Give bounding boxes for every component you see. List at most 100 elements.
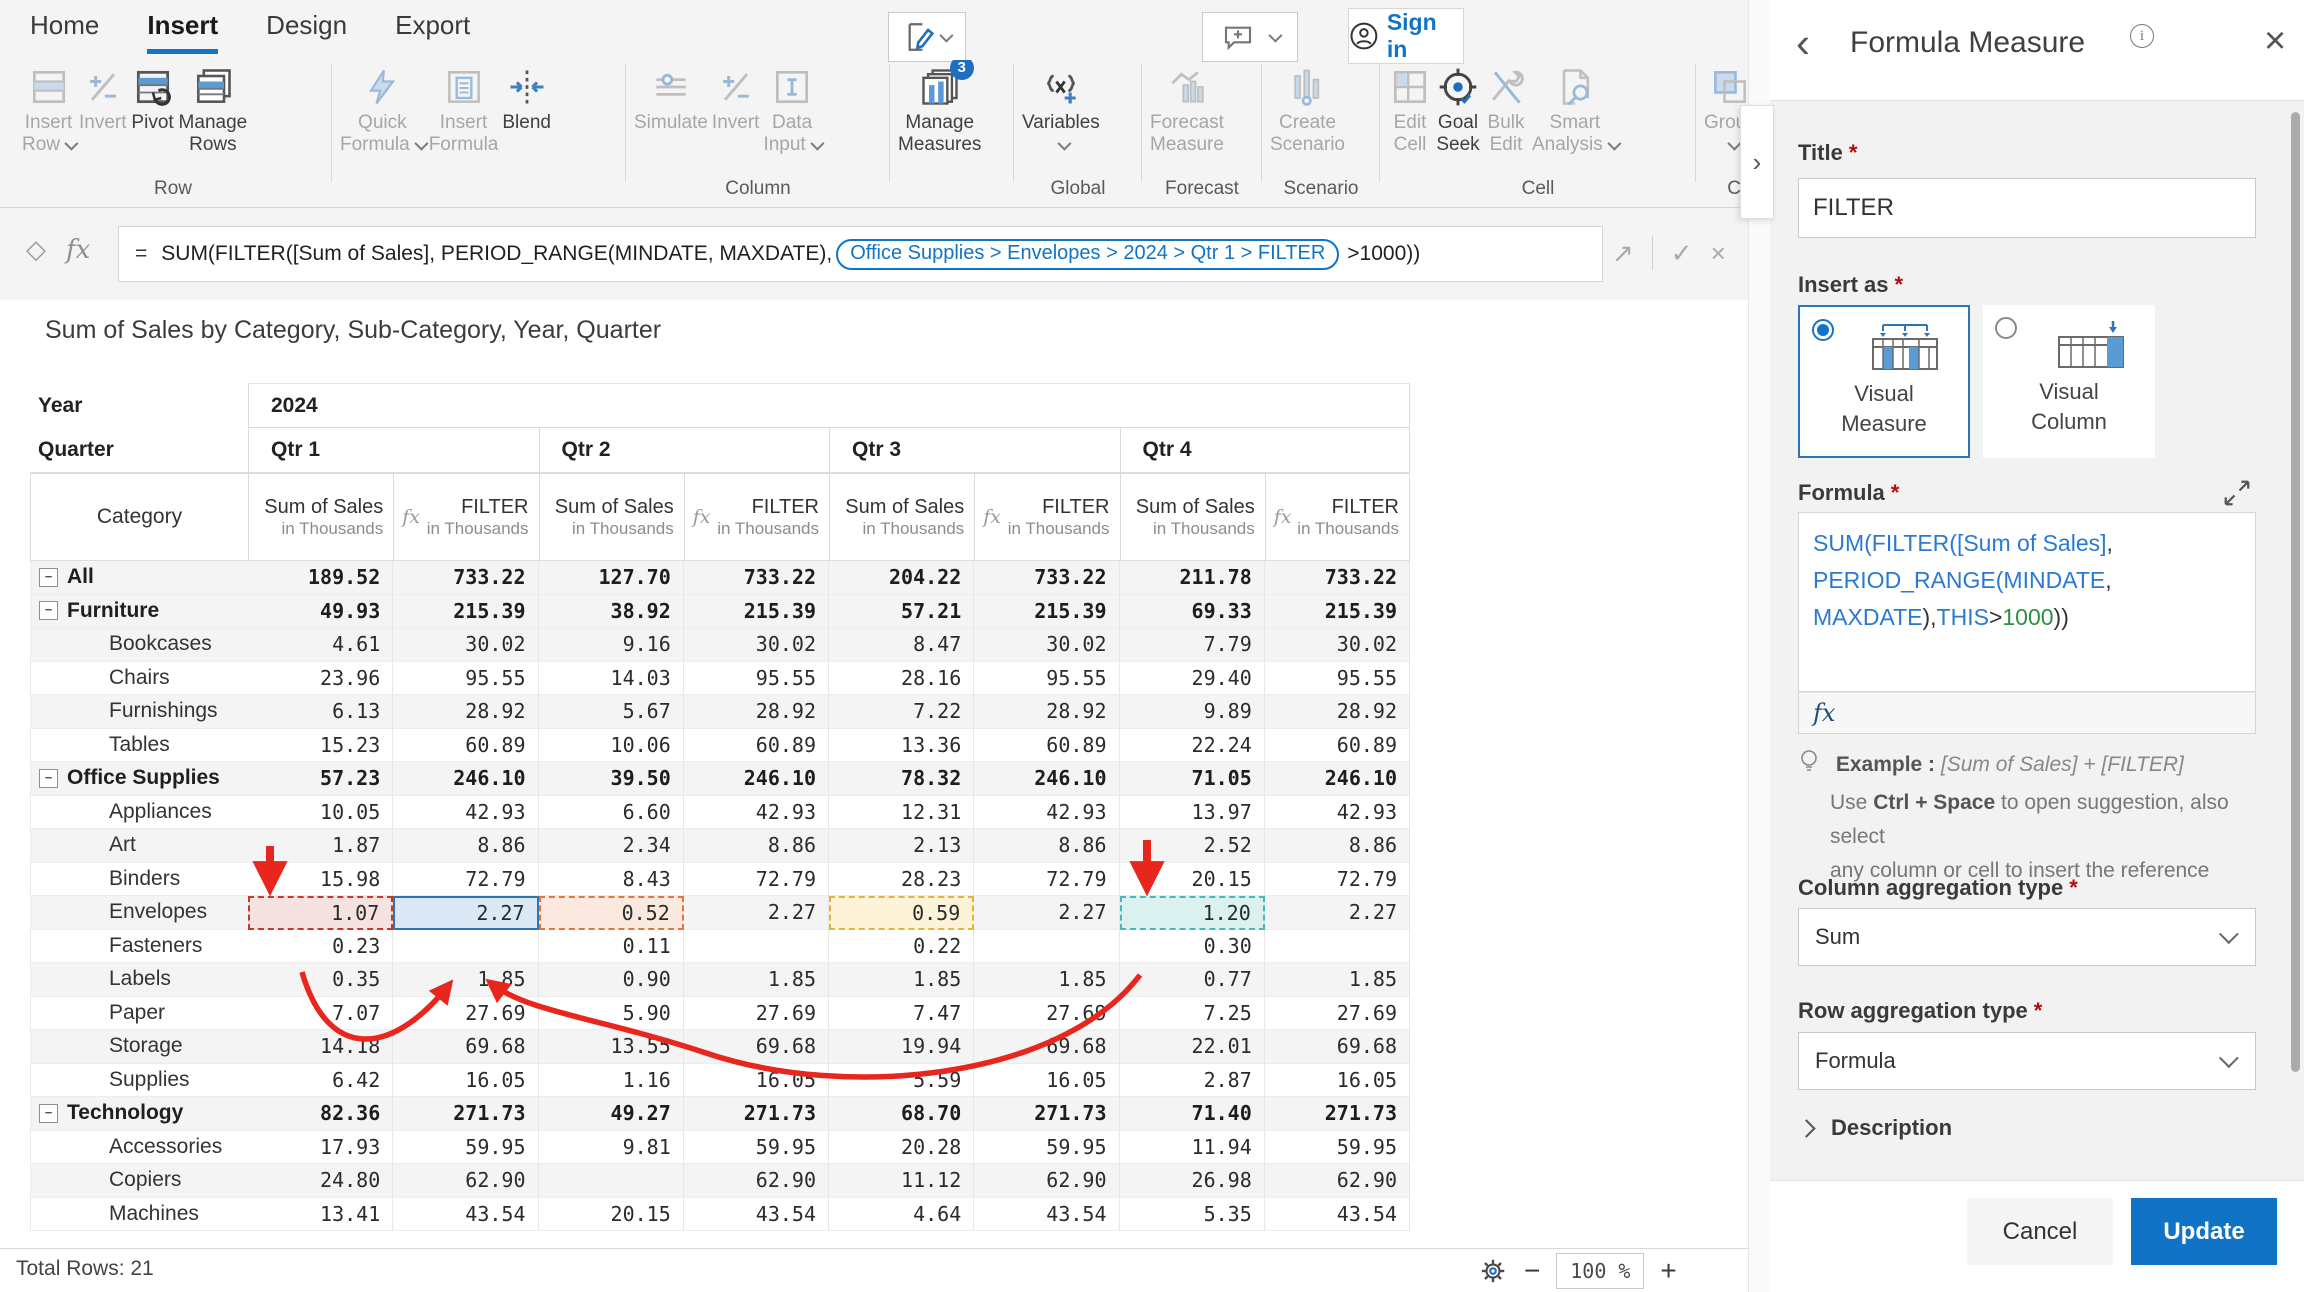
insert-row-button[interactable]: InsertRow [22,60,75,156]
data-cell[interactable]: 0.35 [248,963,393,997]
data-cell[interactable]: 14.03 [539,662,684,696]
ribbon-overflow-button[interactable]: › [1740,105,1774,219]
row-label-art[interactable]: Art [30,829,248,863]
data-cell[interactable]: 28.92 [684,695,829,729]
data-cell[interactable]: 1.85 [829,963,974,997]
row-label-all[interactable]: −All [30,561,248,595]
data-cell[interactable]: 72.79 [684,863,829,897]
data-cell[interactable]: 30.02 [393,628,538,662]
row-label-office-supplies[interactable]: −Office Supplies [30,762,248,796]
data-cell[interactable]: 39.50 [539,762,684,796]
close-icon[interactable]: × [2264,20,2286,63]
formula-editor[interactable]: SUM(FILTER([Sum of Sales],PERIOD_RANGE(M… [1798,512,2256,692]
data-cell[interactable]: 59.95 [974,1131,1119,1165]
data-cell[interactable]: 9.16 [539,628,684,662]
forecast-measure-button[interactable]: ForecastMeasure [1150,60,1224,156]
data-cell[interactable]: 43.54 [393,1198,538,1232]
row-label-furniture[interactable]: −Furniture [30,595,248,629]
data-cell[interactable]: 733.22 [684,561,829,595]
row-label-copiers[interactable]: Copiers [30,1164,248,1198]
tab-home[interactable]: Home [30,10,99,54]
data-cell[interactable]: 2.34 [539,829,684,863]
data-cell[interactable]: 30.02 [1265,628,1410,662]
title-field[interactable]: FILTER [1798,178,2256,238]
data-cell[interactable]: 27.69 [393,997,538,1031]
data-cell[interactable]: 17.93 [248,1131,393,1165]
invert-button[interactable]: Invert [79,60,127,156]
radio-selected-icon[interactable] [1812,319,1834,341]
row-label-appliances[interactable]: Appliances [30,796,248,830]
data-cell[interactable]: 1.16 [539,1064,684,1098]
data-cell[interactable]: 15.98 [248,863,393,897]
data-cell[interactable]: 2.87 [1120,1064,1265,1098]
data-cell[interactable]: 27.69 [684,997,829,1031]
data-cell[interactable]: 11.94 [1120,1131,1265,1165]
data-cell[interactable]: 271.73 [393,1097,538,1131]
data-cell[interactable]: 71.40 [1120,1097,1265,1131]
row-label-chairs[interactable]: Chairs [30,662,248,696]
eraser-icon[interactable]: ◇ [26,234,46,265]
sales-measure-header[interactable]: Sum of Salesin Thousands [248,473,393,561]
variables-button[interactable]: Variables [1022,60,1100,156]
data-cell[interactable]: 204.22 [829,561,974,595]
data-cell[interactable]: 28.92 [393,695,538,729]
data-cell[interactable]: 42.93 [1265,796,1410,830]
data-cell[interactable]: 71.05 [1120,762,1265,796]
collapse-icon[interactable]: − [39,1104,58,1123]
row-label-paper[interactable]: Paper [30,997,248,1031]
data-cell[interactable]: 69.68 [1265,1030,1410,1064]
data-cell[interactable]: 1.07 [248,896,393,930]
data-cell[interactable]: 0.23 [248,930,393,964]
data-cell[interactable]: 246.10 [684,762,829,796]
filter-measure-header[interactable]: fxFILTERin Thousands [393,473,538,561]
row-label-bookcases[interactable]: Bookcases [30,628,248,662]
data-cell[interactable]: 57.21 [829,595,974,629]
sales-measure-header[interactable]: Sum of Salesin Thousands [1120,473,1265,561]
row-label-fasteners[interactable]: Fasteners [30,930,248,964]
data-cell[interactable]: 78.32 [829,762,974,796]
data-cell[interactable]: 1.20 [1120,896,1265,930]
collapse-icon[interactable]: − [39,769,58,788]
data-cell[interactable]: 69.68 [393,1030,538,1064]
data-cell[interactable]: 2.27 [393,896,538,930]
data-cell[interactable] [539,1164,684,1198]
data-cell[interactable]: 2.52 [1120,829,1265,863]
zoom-level-value[interactable]: 100 % [1556,1253,1644,1289]
row-label-binders[interactable]: Binders [30,863,248,897]
data-cell[interactable]: 69.33 [1120,595,1265,629]
data-cell[interactable]: 20.15 [1120,863,1265,897]
data-cell[interactable]: 27.69 [1265,997,1410,1031]
data-cell[interactable]: 7.47 [829,997,974,1031]
row-label-accessories[interactable]: Accessories [30,1131,248,1165]
data-cell[interactable]: 42.93 [393,796,538,830]
data-cell[interactable]: 0.59 [829,896,974,930]
data-cell[interactable]: 733.22 [393,561,538,595]
data-cell[interactable]: 0.52 [539,896,684,930]
data-cell[interactable]: 68.70 [829,1097,974,1131]
data-cell[interactable]: 60.89 [393,729,538,763]
data-cell[interactable]: 16.05 [974,1064,1119,1098]
data-cell[interactable]: 1.85 [393,963,538,997]
data-cell[interactable]: 19.94 [829,1030,974,1064]
data-cell[interactable]: 189.52 [248,561,393,595]
data-cell[interactable]: 1.85 [684,963,829,997]
data-cell[interactable]: 29.40 [1120,662,1265,696]
update-button[interactable]: Update [2131,1198,2277,1265]
row-label-technology[interactable]: −Technology [30,1097,248,1131]
data-cell[interactable]: 15.23 [248,729,393,763]
data-cell[interactable]: 215.39 [684,595,829,629]
data-cell[interactable]: 60.89 [974,729,1119,763]
data-cell[interactable]: 42.93 [684,796,829,830]
data-cell[interactable]: 10.06 [539,729,684,763]
data-cell[interactable]: 95.55 [393,662,538,696]
data-cell[interactable]: 28.92 [1265,695,1410,729]
data-cell[interactable]: 69.68 [684,1030,829,1064]
pivot-button[interactable]: Pivot [131,60,175,156]
data-cell[interactable]: 11.12 [829,1164,974,1198]
filter-measure-header[interactable]: fxFILTERin Thousands [684,473,829,561]
data-cell[interactable]: 43.54 [684,1198,829,1232]
description-expander[interactable]: Description [1800,1115,1952,1141]
option-visual-column[interactable]: Visual Column [1983,305,2155,458]
data-cell[interactable]: 22.01 [1120,1030,1265,1064]
data-cell[interactable]: 28.92 [974,695,1119,729]
